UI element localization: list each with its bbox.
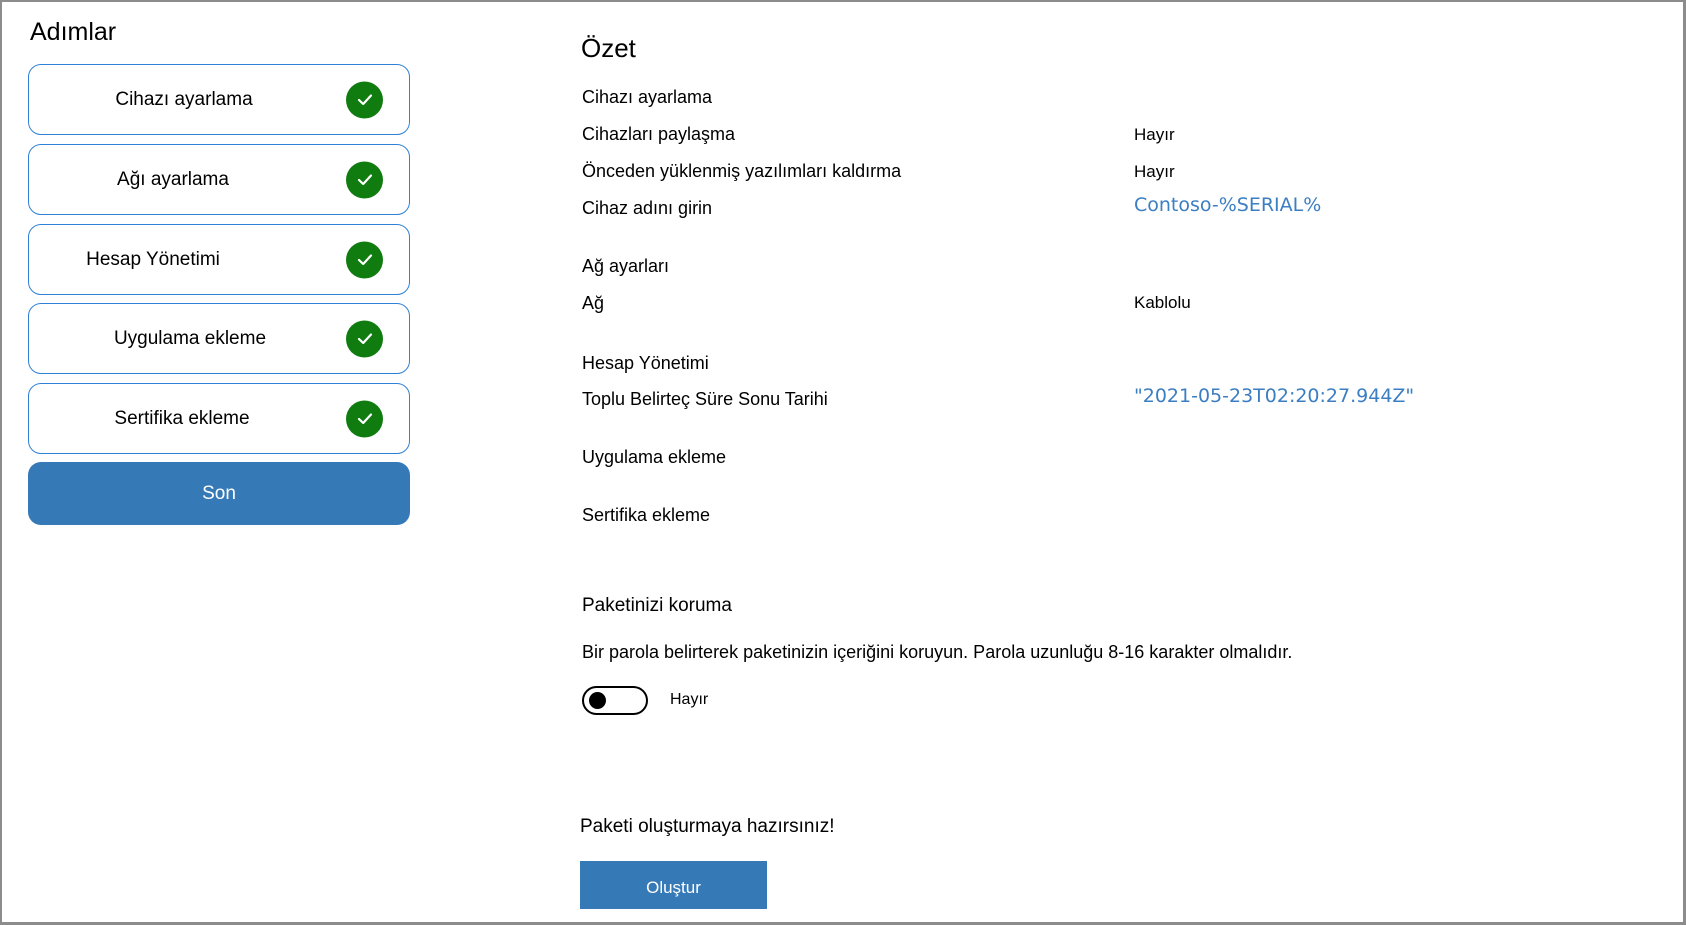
section-heading-device-setup: Cihazı ayarlama	[582, 87, 713, 107]
step-label: Sertifika ekleme	[114, 407, 250, 429]
step-add-certificates[interactable]: Sertifika ekleme	[28, 383, 410, 454]
ready-message: Paketi oluşturmaya hazırsınız!	[580, 816, 835, 837]
create-package-button[interactable]: Oluştur	[580, 861, 767, 909]
summary-title: Özet	[581, 33, 636, 63]
section-heading-account-management: Hesap Yönetimi	[582, 353, 709, 373]
summary-label-remove-preinstalled: Önceden yüklenmiş yazılımları kaldırma	[582, 161, 902, 181]
protect-package-title: Paketinizi koruma	[582, 595, 732, 616]
section-heading-network: Ağ ayarları	[582, 256, 670, 276]
check-circle-icon	[346, 81, 383, 118]
step-label: Ağı ayarlama	[117, 168, 229, 190]
toggle-knob	[589, 692, 606, 709]
check-circle-icon	[346, 400, 383, 437]
step-label: Hesap Yönetimi	[86, 248, 220, 270]
step-add-applications[interactable]: Uygulama ekleme	[28, 303, 410, 374]
step-account-management[interactable]: Hesap Yönetimi	[28, 224, 410, 295]
summary-value-remove-preinstalled: Hayır	[1134, 162, 1175, 181]
toggle-state-label: Hayır	[670, 691, 709, 708]
summary-value-shared-devices: Hayır	[1134, 125, 1175, 144]
check-circle-icon	[346, 241, 383, 278]
summary-value-bulk-token-expiry: "2021-05-23T02:20:27.944Z"	[1134, 385, 1415, 407]
steps-title: Adımlar	[30, 18, 117, 46]
summary-label-device-name: Cihaz adını girin	[582, 198, 713, 218]
summary-value-device-name: Contoso-%SERIAL%	[1134, 194, 1322, 216]
summary-label-bulk-token-expiry: Toplu Belirteç Süre Sonu Tarihi	[582, 389, 828, 409]
step-network-setup[interactable]: Ağı ayarlama	[28, 144, 410, 215]
section-heading-add-certificates: Sertifika ekleme	[582, 505, 711, 525]
password-protect-toggle[interactable]	[582, 686, 648, 715]
protect-package-description: Bir parola belirterek paketinizin içeriğ…	[582, 642, 1293, 662]
finish-step-button[interactable]: Son	[28, 462, 410, 525]
check-circle-icon	[346, 161, 383, 198]
wizard-window: Adımlar Cihazı ayarlama Ağı ayarlama Hes…	[0, 0, 1686, 925]
step-label: Uygulama ekleme	[113, 327, 267, 349]
summary-value-network: Kablolu	[1134, 293, 1191, 312]
section-heading-add-applications: Uygulama ekleme	[582, 447, 727, 467]
summary-label-network: Ağ	[582, 293, 605, 313]
step-device-setup[interactable]: Cihazı ayarlama	[28, 64, 410, 135]
summary-label-shared-devices: Cihazları paylaşma	[582, 124, 736, 144]
step-label: Cihazı ayarlama	[115, 88, 253, 110]
check-circle-icon	[346, 320, 383, 357]
